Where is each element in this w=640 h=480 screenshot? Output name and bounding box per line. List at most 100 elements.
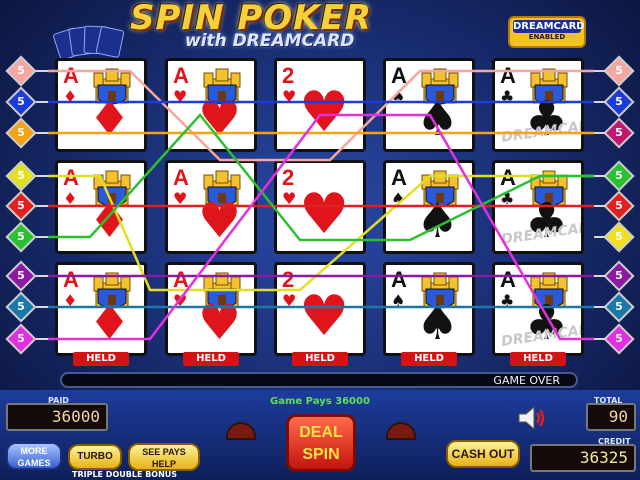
line-connector [36, 306, 48, 308]
line-bet-number: 5 [17, 126, 25, 139]
playing-card[interactable]: A ♣ ♣ DREAMCARD [492, 160, 584, 254]
card-suit-small: ♥ [173, 291, 188, 310]
card-rank: 2 [282, 165, 295, 190]
card-suit-big: ♥ [198, 193, 242, 249]
line-connector [36, 132, 48, 134]
card-rank: A [63, 267, 79, 292]
card-suit-small: ♦ [63, 291, 78, 310]
line-connector [36, 205, 48, 207]
game-subtitle: with DREAMCARD [185, 31, 355, 51]
playing-card[interactable]: A ♦ ♦ [55, 160, 147, 254]
card-rank: A [63, 63, 79, 88]
line-connector [36, 175, 48, 177]
line-bet-number: 5 [615, 269, 623, 282]
line-bet-number: 5 [17, 199, 25, 212]
card-rank: A [391, 165, 407, 190]
card-rank: 2 [282, 63, 295, 88]
playing-card[interactable]: A ♦ ♦ [55, 58, 147, 152]
card-suit-small: ♥ [173, 189, 188, 208]
playing-card[interactable]: A ♥ ♥ [165, 160, 257, 254]
line-bet-number: 5 [17, 269, 25, 282]
line-bet-number: 5 [17, 95, 25, 108]
line-bet-number: 5 [615, 332, 623, 345]
playing-card[interactable]: 2 ♥ ♥ [274, 262, 366, 356]
status-text: GAME OVER [493, 374, 560, 387]
card-suit-small: ♦ [63, 189, 78, 208]
line-bet-number: 5 [17, 64, 25, 77]
card-suit-big: ♥ [198, 295, 242, 351]
sound-toggle[interactable] [516, 404, 550, 432]
see-pays-help-button[interactable]: SEE PAYS HELP [128, 443, 200, 471]
card-suit-small: ♣ [500, 291, 515, 310]
card-suit-small: ♦ [63, 87, 78, 106]
card-suit-big: ♥ [198, 91, 242, 147]
card-rank: A [173, 63, 189, 88]
card-suit-big: ♥ [299, 80, 350, 145]
card-suit-big: ♦ [88, 295, 132, 351]
card-rank: A [173, 165, 189, 190]
held-indicator: HELD [292, 352, 348, 366]
speaker-icon [518, 405, 545, 431]
line-bet-number: 5 [17, 332, 25, 345]
badge-line1: DREAMCARD [513, 20, 585, 33]
credit-meter: 36325 [530, 444, 636, 472]
card-suit-big: ♥ [299, 182, 350, 247]
card-suit-big: ♦ [88, 91, 132, 147]
held-indicator: HELD [73, 352, 129, 366]
held-indicator: HELD [510, 352, 566, 366]
line-bet-number: 5 [615, 95, 623, 108]
playing-card[interactable]: A ♥ ♥ [165, 262, 257, 356]
line-connector [594, 132, 606, 134]
card-suit-small: ♠ [391, 291, 406, 310]
game-pays-text: Game Pays 36000 [270, 396, 370, 407]
playing-card[interactable]: A ♥ ♥ [165, 58, 257, 152]
line-connector [594, 101, 606, 103]
game-variant-label: TRIPLE DOUBLE BONUS [72, 470, 178, 479]
line-bet-number: 5 [615, 230, 623, 243]
line-connector [594, 70, 606, 72]
line-connector [36, 70, 48, 72]
card-rank: A [500, 165, 516, 190]
held-indicator: HELD [183, 352, 239, 366]
playing-card[interactable]: 2 ♥ ♥ [274, 160, 366, 254]
card-suit-big: ♠ [416, 193, 460, 249]
card-rank: A [391, 63, 407, 88]
card-suit-small: ♥ [282, 291, 297, 310]
turbo-button[interactable]: TURBO [68, 444, 122, 470]
playing-card[interactable]: A ♠ ♠ [383, 262, 475, 356]
line-bet-number: 5 [615, 126, 623, 139]
deal-spin-button[interactable]: DEAL SPIN [286, 414, 356, 472]
cash-out-button[interactable]: CASH OUT [446, 440, 520, 468]
playing-card[interactable]: A ♣ ♣ DREAMCARD [492, 58, 584, 152]
badge-line2: ENABLED [528, 33, 566, 41]
playing-card[interactable]: A ♦ ♦ [55, 262, 147, 356]
card-rank: A [500, 267, 516, 292]
line-bet-number: 5 [615, 199, 623, 212]
line-connector [594, 175, 606, 177]
line-connector [36, 275, 48, 277]
playing-card[interactable]: A ♠ ♠ [383, 58, 475, 152]
line-bet-number: 5 [17, 169, 25, 182]
line-connector [36, 101, 48, 103]
card-suit-small: ♠ [391, 87, 406, 106]
card-fan-decoration [52, 25, 128, 62]
held-indicator: HELD [401, 352, 457, 366]
card-suit-big: ♠ [416, 91, 460, 147]
card-rank: 2 [282, 267, 295, 292]
line-bet-number: 5 [615, 300, 623, 313]
card-suit-big: ♠ [416, 295, 460, 351]
line-bet-number: 5 [615, 169, 623, 182]
total-bet-meter: 90 [586, 403, 636, 431]
playing-card[interactable]: A ♠ ♠ [383, 160, 475, 254]
line-connector [594, 306, 606, 308]
line-connector [594, 338, 606, 340]
card-suit-small: ♥ [282, 189, 297, 208]
card-suit-small: ♣ [500, 87, 515, 106]
playing-card[interactable]: 2 ♥ ♥ [274, 58, 366, 152]
line-connector [594, 236, 606, 238]
card-suit-small: ♥ [282, 87, 297, 106]
card-suit-big: ♥ [299, 284, 350, 349]
more-games-button[interactable]: MORE GAMES [6, 442, 62, 470]
card-rank: A [391, 267, 407, 292]
playing-card[interactable]: A ♣ ♣ DREAMCARD [492, 262, 584, 356]
